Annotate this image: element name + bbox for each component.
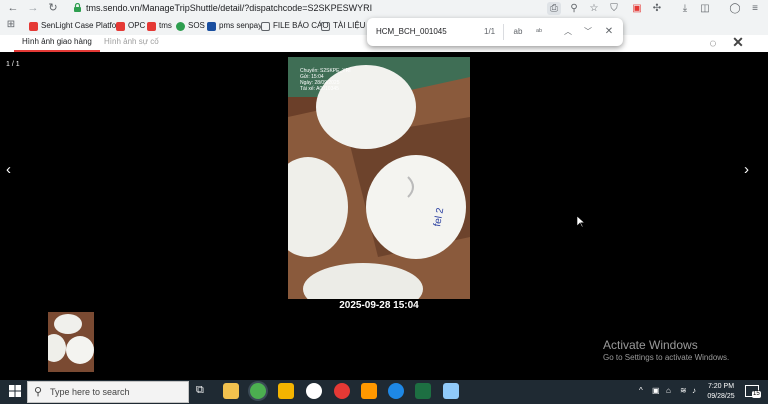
excel-icon[interactable]: [415, 383, 431, 399]
thumbnail-content: [48, 312, 94, 372]
app-blue-icon[interactable]: [443, 383, 459, 399]
windows-start-icon[interactable]: [8, 384, 22, 398]
bookmark-file-bao-cao[interactable]: FILE BÁO CÁO: [261, 18, 329, 34]
profile-icon[interactable]: ◯: [728, 2, 742, 15]
bookmark-tai-lieu[interactable]: TÀI LIỆU: [321, 18, 365, 34]
activate-windows-title: Activate Windows: [603, 338, 698, 352]
file-explorer-icon[interactable]: [223, 383, 239, 399]
mouse-cursor-icon: [577, 216, 585, 228]
next-image-icon[interactable]: ›: [744, 162, 749, 177]
photo-thumbnail[interactable]: [48, 312, 94, 372]
notification-badge: 15: [752, 391, 761, 398]
system-clock[interactable]: 7:20 PM 09/28/25: [703, 382, 739, 402]
bookmark-sos[interactable]: SOS: [176, 18, 205, 34]
prev-image-icon[interactable]: ‹: [6, 162, 11, 177]
sendo-favicon-icon: [29, 21, 38, 31]
bookmark-opc[interactable]: OPC: [116, 18, 145, 34]
wifi-icon[interactable]: ≋: [680, 385, 687, 397]
taskbar-search[interactable]: ⚲ Type here to search: [27, 381, 189, 403]
find-close-icon[interactable]: ✕: [603, 26, 615, 38]
extensions-icon[interactable]: ✣: [650, 2, 664, 15]
show-hidden-icons[interactable]: ^: [639, 385, 643, 397]
find-next-icon[interactable]: ﹀: [582, 26, 594, 38]
reload-icon[interactable]: ↻: [46, 2, 60, 15]
activate-windows-subtitle: Go to Settings to activate Windows.: [603, 353, 730, 362]
bookmark-pms-senpay[interactable]: pms senpay: [207, 18, 262, 34]
site-security-icon[interactable]: [74, 3, 81, 12]
photo-timestamp: 2025-09-28 15:04: [339, 300, 419, 311]
close-viewer-icon[interactable]: ✕: [731, 34, 745, 50]
shield-extension-icon[interactable]: ⛉: [607, 2, 621, 15]
tab-incident-images[interactable]: Hình ảnh sự cố: [104, 35, 159, 50]
find-divider: [503, 24, 504, 40]
sendo-favicon-icon: [116, 21, 125, 31]
find-previous-icon[interactable]: ︿: [562, 26, 574, 38]
bookmark-senlight[interactable]: SenLight Case Platfor...: [29, 18, 125, 34]
image-counter: 1 / 1: [6, 61, 20, 68]
volume-icon[interactable]: ♪: [692, 385, 696, 397]
menu-icon[interactable]: ≡: [748, 2, 762, 15]
photo-content: fel 2: [288, 57, 470, 299]
bookmark-tms[interactable]: tms: [147, 18, 172, 34]
find-in-page-icon[interactable]: ⎙: [547, 2, 561, 15]
bookmark-star-icon[interactable]: ☆: [587, 2, 601, 15]
folder-icon: [261, 21, 270, 31]
downloads-icon[interactable]: ⤓: [678, 2, 692, 15]
search-placeholder: Type here to search: [50, 387, 130, 397]
sos-favicon-icon: [176, 21, 185, 31]
photo-stamp: Chuyến: S2SKPE_YRI Gửi: 15:04 Ngày: 28/0…: [300, 68, 351, 92]
app-circle-icon[interactable]: [306, 383, 322, 399]
match-case-toggle[interactable]: ab: [512, 26, 524, 38]
address-bar-url[interactable]: tms.sendo.vn/ManageTripShuttle/detail/?d…: [86, 2, 372, 15]
pms-favicon-icon: [207, 21, 216, 31]
sendo-extension-icon[interactable]: ▣: [630, 2, 644, 15]
forward-icon[interactable]: →: [26, 2, 40, 15]
find-bar: HCM_BCH_001045 1/1 ab ᵃᵇ ︿ ﹀ ✕: [367, 18, 623, 46]
zoom-reset-icon[interactable]: ◌: [706, 36, 720, 50]
find-input[interactable]: HCM_BCH_001045: [376, 27, 447, 36]
notification-app-icon[interactable]: [334, 383, 350, 399]
tab-delivery-images[interactable]: Hình ảnh giao hàng: [14, 35, 100, 52]
edge-icon[interactable]: [388, 383, 404, 399]
back-icon[interactable]: ←: [6, 2, 20, 15]
chrome-icon[interactable]: [250, 383, 266, 399]
app-orange-icon[interactable]: [361, 383, 377, 399]
tray-app-icon[interactable]: ▣: [652, 385, 660, 397]
find-match-count: 1/1: [484, 27, 496, 36]
apps-grid-icon[interactable]: ⊞: [4, 18, 18, 31]
task-view-icon[interactable]: ⧉: [196, 384, 204, 397]
notifications-icon[interactable]: 15: [745, 385, 761, 398]
sticky-notes-icon[interactable]: [278, 383, 294, 399]
network-icon[interactable]: ⌂: [666, 385, 671, 397]
zoom-icon[interactable]: ⚲: [567, 2, 581, 15]
sendo-favicon-icon: [147, 21, 156, 31]
delivery-photo[interactable]: fel 2 Chuyến: S2SKPE_YRI Gửi: 15:04 Ngày…: [288, 57, 470, 299]
match-diacritics-icon[interactable]: ᵃᵇ: [533, 26, 545, 38]
folder-icon: [321, 21, 330, 31]
split-view-icon[interactable]: ◫: [698, 2, 712, 15]
search-icon: ⚲: [34, 386, 43, 398]
